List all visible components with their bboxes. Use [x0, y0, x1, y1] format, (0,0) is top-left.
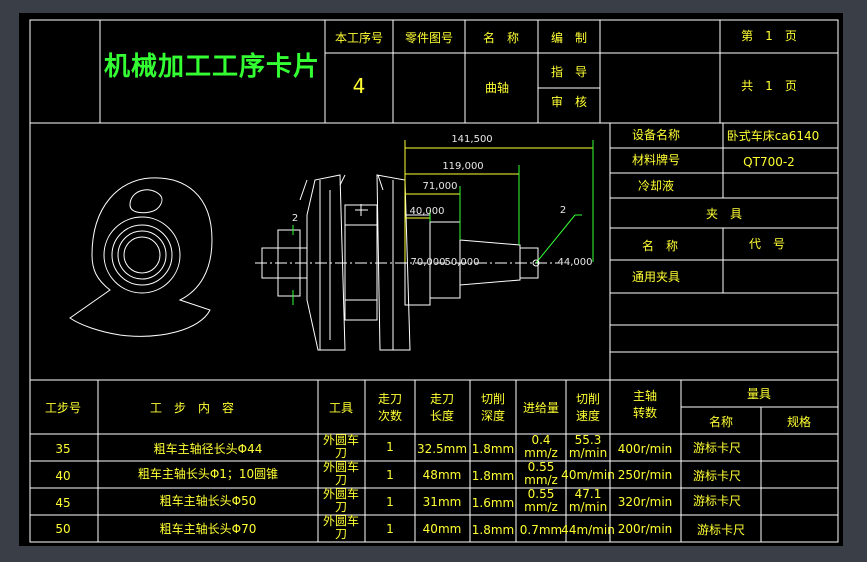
dim-141500: 141,500 [451, 134, 493, 145]
row-passes: 1 [386, 522, 394, 536]
coolant-label: 冷却液 [637, 179, 675, 193]
th-content: 工 步 内 容 [149, 401, 235, 415]
mark-left-2: 2 [291, 213, 299, 224]
row-feed: 0.4 mm/z [524, 433, 558, 460]
th-step-no: 工步号 [44, 401, 82, 415]
th-length: 走刀长度 [429, 392, 454, 423]
row-step-no: 45 [55, 496, 71, 510]
row-speed: 55.3 m/min [568, 433, 608, 460]
row-gauge: 游标卡尺 [692, 441, 742, 455]
dim-119000: 119,000 [442, 161, 484, 172]
dim-71000: 71,000 [422, 181, 458, 192]
row-tool: 外圆车刀 [322, 433, 359, 460]
th-speed: 切削速度 [575, 392, 600, 423]
row-tool: 外圆车刀 [322, 460, 359, 487]
row-length: 40mm [422, 522, 462, 536]
row-content: 粗车主轴长头Φ1；10圆锥 [137, 467, 279, 481]
material-label: 材料牌号 [631, 153, 681, 167]
row-gauge: 游标卡尺 [696, 523, 746, 537]
row-passes: 1 [386, 468, 394, 482]
material-value: QT700-2 [743, 155, 795, 169]
row-spindle: 250r/min [617, 468, 673, 482]
th-gauge: 量具 [746, 387, 772, 401]
row-content: 粗车主轴长头Φ50 [159, 494, 257, 508]
row-depth: 1.8mm [471, 442, 515, 456]
row-gauge: 游标卡尺 [692, 469, 742, 483]
row-step-no: 35 [55, 442, 71, 456]
row-length: 32.5mm [416, 442, 468, 456]
row-depth: 1.6mm [471, 496, 515, 510]
row-step-no: 40 [55, 469, 71, 483]
part-drawing-no-label: 零件图号 [404, 31, 454, 45]
th-feed: 进给量 [522, 401, 560, 415]
dim-70000: 70,000 [410, 257, 446, 268]
dim-40000: 40,000 [409, 206, 445, 217]
process-no-value: 4 [352, 74, 366, 98]
row-passes: 1 [386, 495, 394, 509]
row-gauge: 游标卡尺 [692, 494, 742, 508]
fixture-value: 通用夹具 [631, 270, 681, 284]
row-length: 31mm [422, 495, 462, 509]
total-pages-label: 共 1 页 [741, 79, 797, 93]
th-tool: 工具 [328, 401, 354, 415]
row-speed: 40m/min [561, 468, 615, 482]
th-passes: 走刀次数 [377, 392, 402, 423]
row-tool: 外圆车刀 [322, 487, 359, 514]
dim-50000: 50,000 [444, 257, 480, 268]
th-gauge-spec: 规格 [786, 415, 812, 429]
row-passes: 1 [386, 440, 394, 454]
review-label: 审 核 [550, 95, 588, 109]
compiled-label: 编 制 [550, 31, 588, 45]
row-length: 48mm [422, 468, 462, 482]
mark-right-2: 2 [559, 205, 567, 216]
part-name: 曲轴 [484, 81, 510, 95]
row-spindle: 320r/min [617, 495, 673, 509]
row-content: 粗车主轴长头Φ70 [159, 522, 257, 536]
row-feed: 0.55 mm/z [524, 460, 558, 487]
process-no-label: 本工序号 [334, 31, 384, 45]
page-label: 第 1 页 [741, 29, 797, 43]
dim-44000: 44,000 [557, 257, 593, 268]
row-spindle: 200r/min [617, 522, 673, 536]
th-gauge-name: 名称 [708, 415, 734, 429]
guide-label: 指 导 [550, 65, 588, 79]
row-speed: 44m/min [561, 523, 615, 537]
device-name-label: 设备名称 [631, 128, 681, 142]
row-spindle: 400r/min [617, 442, 673, 456]
fixture-code-label: 代 号 [748, 237, 786, 251]
row-depth: 1.8mm [471, 469, 515, 483]
row-speed: 47.1 m/min [568, 487, 608, 514]
th-depth: 切削深度 [480, 392, 505, 423]
row-step-no: 50 [55, 522, 71, 536]
card-title: 机械加工工序卡片 [103, 52, 321, 82]
device-name-value: 卧式车床ca6140 [726, 129, 820, 143]
name-label: 名 称 [482, 31, 520, 45]
row-feed: 0.55 mm/z [524, 487, 558, 514]
fixture-label: 夹 具 [705, 207, 743, 221]
row-content: 粗车主轴径长头Φ44 [153, 442, 263, 456]
row-tool: 外圆车刀 [322, 514, 359, 541]
row-feed: 0.7mm [519, 523, 563, 537]
row-depth: 1.8mm [471, 523, 515, 537]
th-spindle: 主轴转数 [632, 389, 657, 420]
fixture-name-label: 名 称 [641, 239, 679, 253]
